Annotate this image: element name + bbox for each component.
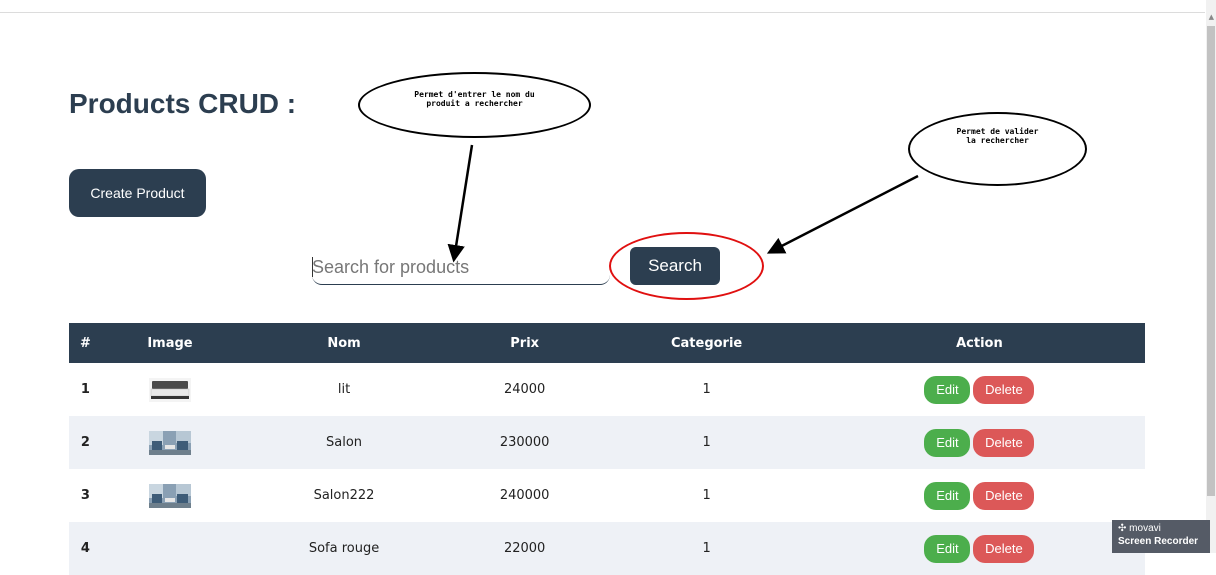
watermark-brand: movavi xyxy=(1129,523,1161,534)
row-actions: Edit Delete xyxy=(814,522,1145,575)
row-actions: Edit Delete xyxy=(814,469,1145,522)
table-row: 1 lit 24000 1 Edit Delete xyxy=(69,363,1145,416)
row-categorie: 1 xyxy=(702,541,711,556)
header-action: Action xyxy=(956,335,1003,351)
header-categorie: Categorie xyxy=(670,335,743,351)
row-nom: Salon xyxy=(326,435,363,450)
recorder-watermark: ✣ movavi Screen Recorder xyxy=(1112,520,1210,553)
highlight-ring xyxy=(609,232,764,300)
edit-button[interactable]: Edit xyxy=(924,534,971,563)
header-image: Image xyxy=(147,335,193,351)
watermark-product: Screen Recorder xyxy=(1118,535,1199,547)
header-nom: Nom xyxy=(327,335,361,351)
header-id: # xyxy=(79,335,91,351)
row-id: 2 xyxy=(80,435,90,450)
table-row: 2 Salon 230000 1 Edit Delete xyxy=(69,416,1145,469)
row-nom: lit xyxy=(337,382,351,397)
scroll-up-icon[interactable]: ▲ xyxy=(1209,13,1214,21)
row-categorie: 1 xyxy=(702,435,711,450)
edit-button[interactable]: Edit xyxy=(924,375,971,404)
edit-button[interactable]: Edit xyxy=(924,428,971,457)
row-prix: 22000 xyxy=(503,541,546,556)
row-image-cell xyxy=(102,522,238,575)
search-input[interactable] xyxy=(312,250,610,285)
row-categorie: 1 xyxy=(702,488,711,503)
table-row: 3 Salon222 240000 1 Edit Delete xyxy=(69,469,1145,522)
page-title: Products CRUD : xyxy=(69,88,297,119)
scrollbar-thumb[interactable] xyxy=(1207,26,1215,496)
row-prix: 240000 xyxy=(499,488,550,503)
row-actions: Edit Delete xyxy=(814,363,1145,416)
arrow-to-search-button xyxy=(766,174,919,254)
table-row: 4 Sofa rouge 22000 1 Edit Delete xyxy=(69,522,1145,575)
row-image-cell xyxy=(102,363,238,416)
row-image-cell xyxy=(102,416,238,469)
living-room-thumbnail xyxy=(148,430,191,455)
row-id: 4 xyxy=(80,541,90,556)
arrow-to-search-input xyxy=(447,144,474,263)
header-prix: Prix xyxy=(510,335,540,351)
movavi-logo-icon: ✣ xyxy=(1118,523,1127,534)
delete-button[interactable]: Delete xyxy=(973,375,1035,404)
page-scrollbar[interactable]: ▲ xyxy=(1206,0,1216,553)
row-image-cell xyxy=(102,469,238,522)
delete-button[interactable]: Delete xyxy=(973,428,1035,457)
row-prix: 24000 xyxy=(503,382,546,397)
delete-button[interactable]: Delete xyxy=(973,534,1035,563)
row-actions: Edit Delete xyxy=(814,416,1145,469)
edit-button[interactable]: Edit xyxy=(924,481,971,510)
products-table: # Image Nom Prix Categorie Action 1 lit … xyxy=(69,323,1145,575)
annotation-bubble-search-input: Permet d'entrer le nom du produit a rech… xyxy=(358,72,591,138)
text-caret xyxy=(312,257,313,277)
top-divider xyxy=(0,12,1205,13)
row-id: 1 xyxy=(80,382,90,397)
row-nom: Sofa rouge xyxy=(308,541,380,556)
create-product-button[interactable]: Create Product xyxy=(69,169,206,217)
row-categorie: 1 xyxy=(702,382,711,397)
bed-thumbnail xyxy=(148,377,191,402)
table-header-row: # Image Nom Prix Categorie Action xyxy=(69,323,1145,363)
delete-button[interactable]: Delete xyxy=(973,481,1035,510)
annotation-bubble-search-button: Permet de valider la rechercher xyxy=(908,112,1087,186)
row-prix: 230000 xyxy=(499,435,550,450)
row-id: 3 xyxy=(80,488,90,503)
row-nom: Salon222 xyxy=(313,488,375,503)
living-room-thumbnail xyxy=(148,483,191,508)
